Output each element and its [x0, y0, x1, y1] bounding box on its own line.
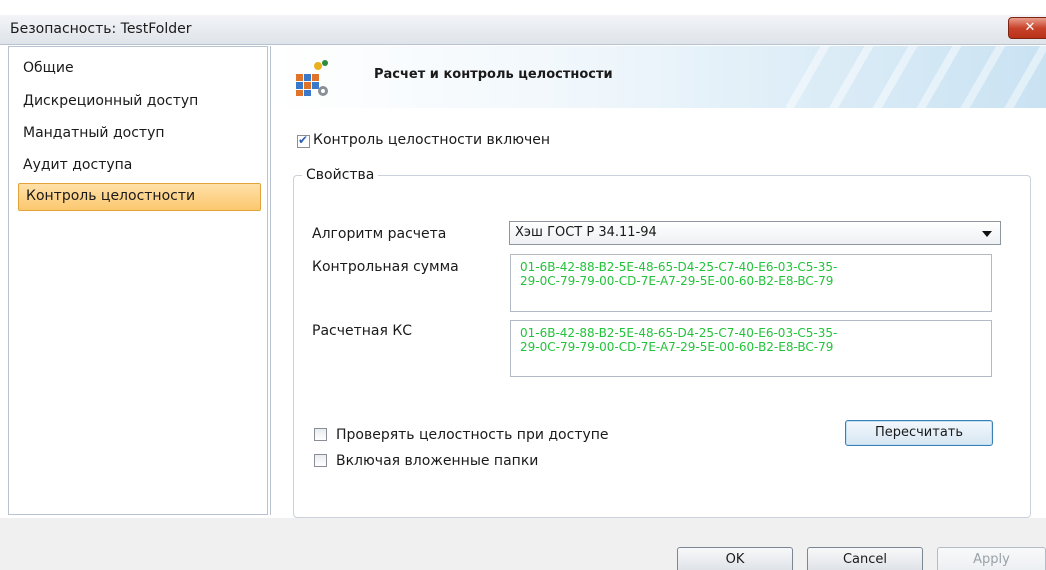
close-button[interactable]: ✕ [1008, 17, 1046, 39]
computed-checksum-label: Расчетная КС [312, 323, 413, 339]
algorithm-label: Алгоритм расчета [312, 226, 447, 242]
apply-button[interactable]: Apply [937, 547, 1046, 570]
cancel-button[interactable]: Cancel [807, 547, 923, 570]
sidebar-item-access-audit[interactable]: Аудит доступа [23, 157, 132, 173]
integrity-enabled-label[interactable]: Контроль целостности включен [313, 132, 550, 148]
close-icon: ✕ [1024, 20, 1036, 35]
sidebar-item-mandatory-access[interactable]: Мандатный доступ [23, 125, 165, 141]
computed-checksum-field[interactable]: 01-6B-42-88-B2-5E-48-65-D4-25-C7-40-E6-0… [510, 320, 992, 377]
ok-button[interactable]: OK [677, 547, 793, 570]
window-title: Безопасность: TestFolder [10, 21, 192, 37]
recalculate-button[interactable]: Пересчитать [845, 420, 993, 446]
integrity-icon [296, 60, 328, 96]
section-title: Расчет и контроль целостности [374, 67, 613, 82]
sidebar-item-general[interactable]: Общие [23, 60, 74, 76]
title-bar: Безопасность: TestFolder ✕ [0, 15, 1046, 45]
check-on-access-label[interactable]: Проверять целостность при доступе [336, 427, 609, 443]
checksum-field[interactable]: 01-6B-42-88-B2-5E-48-65-D4-25-C7-40-E6-0… [510, 254, 992, 312]
header-decoration [786, 46, 1046, 108]
checksum-label: Контрольная сумма [312, 259, 459, 275]
algorithm-selected-value: Хэш ГОСТ Р 34.11-94 [515, 225, 657, 240]
include-subfolders-label[interactable]: Включая вложенные папки [336, 453, 538, 469]
include-subfolders-checkbox[interactable] [314, 454, 327, 467]
check-on-access-checkbox[interactable] [314, 428, 327, 441]
sidebar-item-integrity-control[interactable]: Контроль целостности [18, 183, 261, 211]
integrity-enabled-checkbox[interactable] [297, 133, 310, 148]
chevron-down-icon [982, 231, 992, 237]
panel-divider [270, 46, 271, 515]
sidebar: Общие Дискреционный доступ Мандатный дос… [8, 46, 268, 515]
section-header: Расчет и контроль целостности [272, 46, 1046, 108]
properties-group-title: Свойства [302, 167, 379, 183]
sidebar-item-discretionary-access[interactable]: Дискреционный доступ [23, 93, 198, 109]
algorithm-select[interactable]: Хэш ГОСТ Р 34.11-94 [509, 221, 1001, 245]
